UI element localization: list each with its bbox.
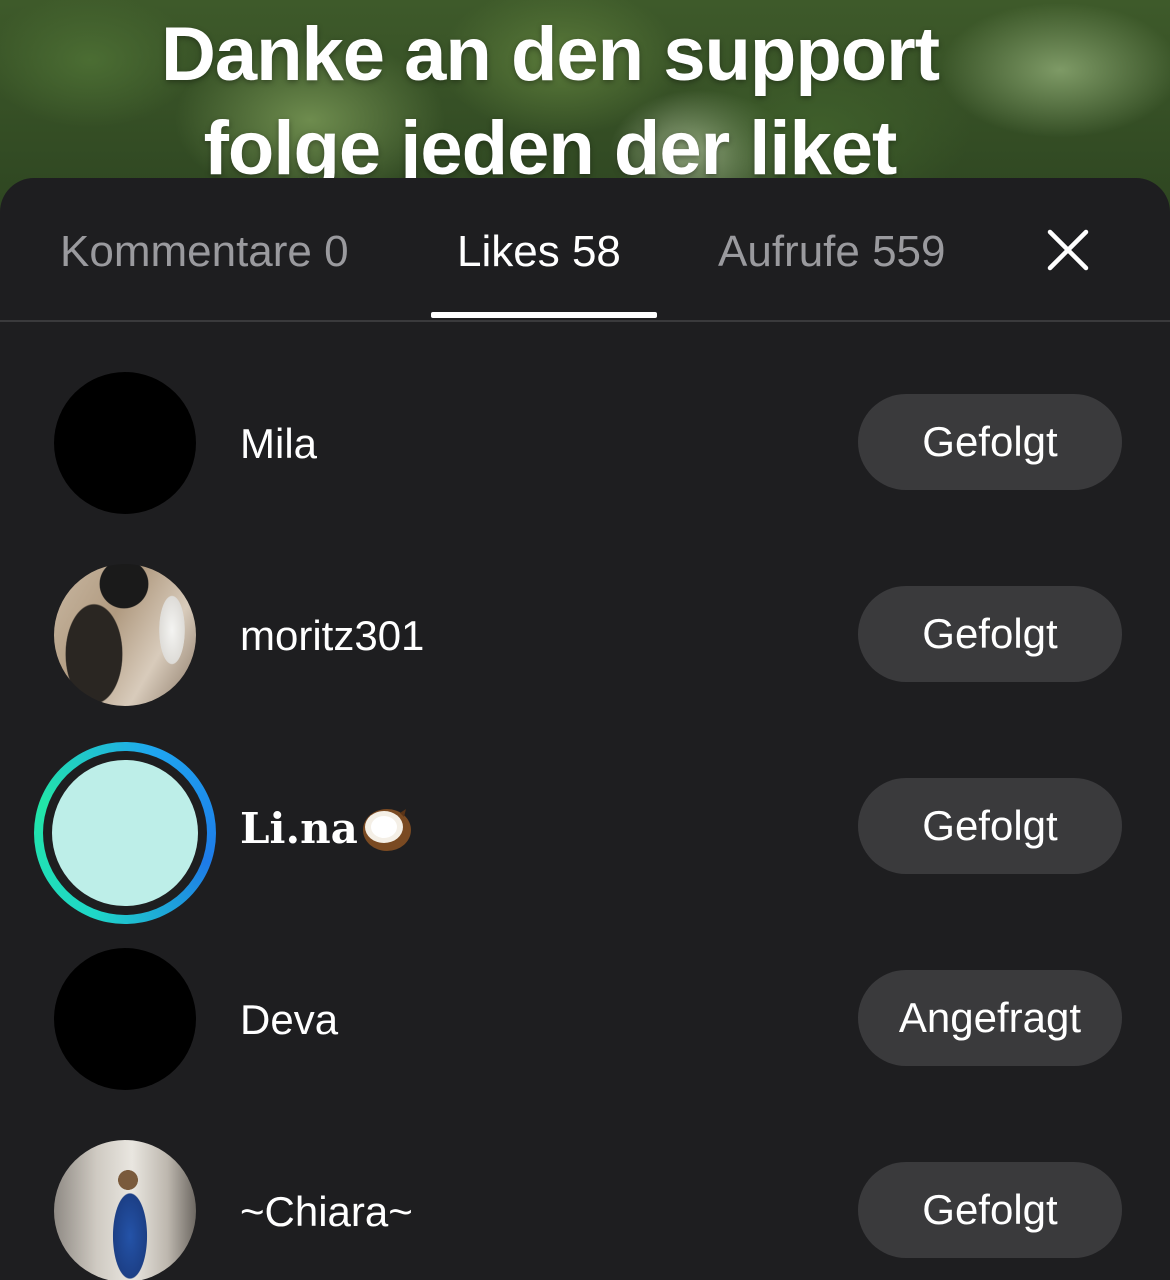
close-icon — [1047, 229, 1089, 271]
screen: Danke an den support folge jeden der lik… — [0, 0, 1170, 1280]
username[interactable]: Deva — [240, 995, 338, 1045]
avatar[interactable] — [54, 948, 196, 1090]
coconut-icon — [360, 803, 412, 853]
avatar[interactable] — [54, 372, 196, 514]
caption-line-1: Danke an den support — [160, 12, 940, 97]
following-button[interactable]: Gefolgt — [858, 778, 1122, 874]
avatar — [52, 760, 198, 906]
likes-sheet: Kommentare 0 Likes 58 Aufrufe 559 Mila G… — [0, 178, 1170, 1280]
avatar[interactable] — [54, 1140, 196, 1280]
video-caption: Danke an den support folge jeden der lik… — [0, 8, 1100, 196]
avatar[interactable] — [54, 564, 196, 706]
close-button[interactable] — [1044, 226, 1092, 274]
username[interactable]: Mila — [240, 419, 317, 469]
username[interactable]: moritz301 — [240, 611, 424, 661]
avatar-story-ring[interactable] — [34, 742, 216, 924]
list-item[interactable]: Deva Angefragt — [0, 898, 1170, 1090]
username[interactable]: ~Chiara~ — [240, 1187, 413, 1237]
tab-bar: Kommentare 0 Likes 58 Aufrufe 559 — [0, 178, 1170, 322]
following-button[interactable]: Gefolgt — [858, 1162, 1122, 1258]
active-tab-indicator — [431, 312, 657, 318]
username-text: Li.na — [240, 804, 358, 853]
following-button[interactable]: Gefolgt — [858, 394, 1122, 490]
tab-likes[interactable]: Likes 58 — [457, 226, 621, 278]
username[interactable]: Li.na — [240, 803, 412, 854]
tab-views[interactable]: Aufrufe 559 — [718, 226, 946, 278]
requested-button[interactable]: Angefragt — [858, 970, 1122, 1066]
list-item[interactable]: moritz301 Gefolgt — [0, 514, 1170, 706]
following-button[interactable]: Gefolgt — [858, 586, 1122, 682]
list-item[interactable]: Mila Gefolgt — [0, 322, 1170, 514]
list-item[interactable]: Li.na Gefolgt — [0, 706, 1170, 924]
list-item[interactable]: ~Chiara~ Gefolgt — [0, 1090, 1170, 1280]
tab-comments[interactable]: Kommentare 0 — [60, 226, 349, 278]
